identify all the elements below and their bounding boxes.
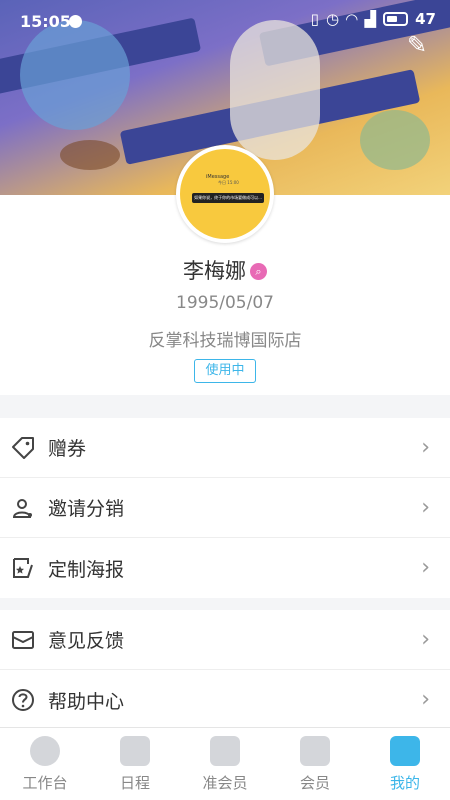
- tab-label: 准会员: [202, 774, 248, 792]
- help-icon: [10, 687, 36, 713]
- avatar-text-subtitle: 今日 15:00: [218, 180, 239, 185]
- signal-icon: ▟: [364, 10, 377, 28]
- prospect-users-icon: [210, 736, 240, 766]
- menu-group-support: 意见反馈 › 帮助中心 ›: [0, 610, 450, 727]
- menu-item-feedback[interactable]: 意见反馈 ›: [0, 610, 450, 670]
- menu-label: 邀请分销: [48, 498, 125, 520]
- name-row: 李梅娜 ⌕: [0, 255, 450, 285]
- search-badge-icon[interactable]: ⌕: [250, 263, 267, 280]
- wifi-icon: ◠: [346, 10, 358, 28]
- vip-member-icon: [300, 736, 330, 766]
- tab-label: 工作台: [22, 774, 68, 792]
- mail-icon: [10, 627, 36, 653]
- tab-mine[interactable]: 我的: [360, 728, 450, 800]
- tab-label: 日程: [119, 774, 150, 792]
- menu-label: 帮助中心: [48, 690, 125, 713]
- menu-item-coupon[interactable]: 赠券 ›: [0, 418, 450, 478]
- chevron-right-icon: ›: [421, 627, 430, 652]
- banner-figure: [60, 140, 120, 170]
- chevron-right-icon: ›: [421, 555, 430, 580]
- banner-figure: [360, 110, 430, 170]
- user-name: 李梅娜: [183, 259, 246, 283]
- battery-level: 47: [415, 10, 436, 28]
- status-icons: ▯ ◷ ◠ ▟ 47: [311, 10, 436, 28]
- tab-members[interactable]: 会员: [270, 728, 360, 800]
- edit-icon[interactable]: ✎: [402, 30, 432, 60]
- chevron-right-icon: ›: [421, 687, 430, 712]
- tab-prospects[interactable]: 准会员: [180, 728, 270, 800]
- tab-workbench[interactable]: 工作台: [0, 728, 90, 800]
- avatar-text-bubble: 如果你说，终于你的市场要做成可以...: [192, 193, 264, 203]
- menu-label: 定制海报: [48, 558, 125, 581]
- menu-label: 赠券: [48, 438, 87, 460]
- pie-chart-icon: [30, 736, 60, 766]
- user-birthday: 1995/05/07: [176, 293, 274, 313]
- tag-icon: [10, 435, 36, 461]
- vibrate-icon: ▯: [310, 10, 319, 28]
- status-badge: 使用中: [194, 359, 256, 383]
- battery-icon: [383, 12, 409, 26]
- avatar[interactable]: iMessage 今日 15:00 如果你说，终于你的市场要做成可以...: [176, 145, 274, 243]
- share-user-icon: [10, 495, 36, 521]
- notification-dot-icon: [69, 15, 82, 28]
- alarm-icon: ◷: [325, 10, 340, 28]
- tab-label: 我的: [389, 774, 420, 792]
- menu-item-invite[interactable]: 邀请分销 ›: [0, 478, 450, 538]
- user-company: 反掌科技瑞博国际店: [148, 331, 302, 351]
- poster-icon: [10, 555, 36, 581]
- menu-item-help[interactable]: 帮助中心 ›: [0, 670, 450, 727]
- chevron-right-icon: ›: [421, 495, 430, 520]
- chevron-right-icon: ›: [421, 435, 430, 460]
- status-time: 15:05: [20, 12, 71, 31]
- tab-label: 会员: [299, 774, 330, 792]
- bottom-tab-bar: 工作台 日程 准会员 会员 我的: [0, 727, 450, 800]
- status-bar: 15:05 ▯ ◷ ◠ ▟ 47: [0, 0, 450, 44]
- menu-item-poster[interactable]: 定制海报 ›: [0, 538, 450, 598]
- calendar-icon: [120, 736, 150, 766]
- profile-icon: [390, 736, 420, 766]
- tab-schedule[interactable]: 日程: [90, 728, 180, 800]
- menu-label: 意见反馈: [48, 630, 125, 652]
- menu-group-main: 赠券 › 邀请分销 › 定制海报 ›: [0, 418, 450, 598]
